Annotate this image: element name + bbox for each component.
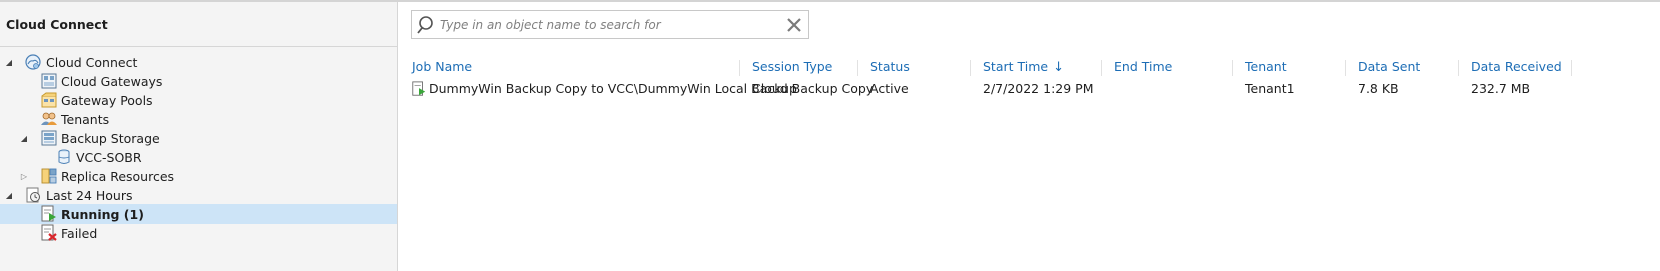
- column-header-label: Start Time: [983, 59, 1049, 74]
- cell-session-type: Cloud Backup Copy: [752, 81, 874, 96]
- tree-item-gateway-pools[interactable]: Gateway Pools: [0, 90, 397, 110]
- running-job-icon: [412, 81, 426, 96]
- tree-item-label: Running (1): [61, 206, 144, 222]
- column-header-job-name[interactable]: Job Name: [412, 56, 472, 78]
- main-panel: Job Name Session Type Status Start Time ↓…: [399, 2, 1660, 271]
- tree-item-label: Replica Resources: [61, 168, 175, 184]
- column-divider[interactable]: [1345, 60, 1346, 76]
- replica-resources-icon: [41, 168, 57, 184]
- tree-item-label: Cloud Connect: [46, 54, 138, 70]
- running-icon: [41, 205, 56, 222]
- tree-item-label: Backup Storage: [61, 130, 160, 146]
- clear-search-icon[interactable]: [784, 15, 804, 35]
- tenants-icon: [41, 112, 57, 125]
- last-24-hours-icon: [26, 187, 40, 203]
- search-box[interactable]: [411, 10, 809, 39]
- tree-item-backup-storage[interactable]: ◢ Backup Storage: [0, 128, 397, 148]
- collapse-toggle-icon[interactable]: ◢: [4, 57, 14, 67]
- gateway-pools-icon: [41, 92, 57, 108]
- sidebar-title: Cloud Connect: [0, 2, 397, 47]
- column-divider[interactable]: [1232, 60, 1233, 76]
- search-icon: [417, 16, 433, 34]
- collapse-toggle-icon[interactable]: ◢: [19, 133, 29, 143]
- cloud-gateways-icon: [41, 73, 57, 89]
- column-divider[interactable]: [1571, 60, 1572, 76]
- column-divider[interactable]: [970, 60, 971, 76]
- cell-data-received: 232.7 MB: [1471, 81, 1531, 96]
- tree-item-label: Last 24 Hours: [46, 187, 133, 203]
- tree-item-failed[interactable]: Failed: [0, 223, 397, 243]
- grid-header: Job Name Session Type Status Start Time ↓…: [399, 56, 1660, 78]
- search-input[interactable]: [440, 15, 770, 35]
- tree-item-label: VCC-SOBR: [76, 149, 142, 165]
- column-header-data-received[interactable]: Data Received: [1471, 56, 1562, 78]
- cell-job-name: DummyWin Backup Copy to VCC\DummyWin Loc…: [429, 81, 797, 96]
- repository-icon: [58, 149, 70, 164]
- table-row[interactable]: DummyWin Backup Copy to VCC\DummyWin Loc…: [399, 78, 1660, 100]
- column-header-tenant[interactable]: Tenant: [1245, 56, 1287, 78]
- collapse-toggle-icon[interactable]: ◢: [4, 190, 14, 200]
- tree-item-running[interactable]: Running (1): [0, 204, 397, 224]
- tree-item-label: Gateway Pools: [61, 92, 153, 108]
- backup-storage-icon: [41, 130, 57, 146]
- tree-item-label: Tenants: [61, 111, 110, 127]
- sort-descending-icon: ↓: [1053, 60, 1065, 75]
- column-divider[interactable]: [857, 60, 858, 76]
- column-header-start-time[interactable]: Start Time ↓: [983, 56, 1064, 78]
- tree-item-cloud-gateways[interactable]: Cloud Gateways: [0, 71, 397, 91]
- tree-item-last-24-hours[interactable]: ◢ Last 24 Hours: [0, 185, 397, 205]
- sessions-grid: Job Name Session Type Status Start Time ↓…: [399, 56, 1660, 100]
- tree-item-vcc-sobr[interactable]: VCC-SOBR: [0, 147, 397, 167]
- column-header-session-type[interactable]: Session Type: [752, 56, 832, 78]
- column-header-data-sent[interactable]: Data Sent: [1358, 56, 1420, 78]
- column-divider[interactable]: [1458, 60, 1459, 76]
- tree-item-label: Cloud Gateways: [61, 73, 163, 89]
- column-divider[interactable]: [739, 60, 740, 76]
- tree-item-replica-resources[interactable]: ▷ Replica Resources: [0, 166, 397, 186]
- tree-item-cloud-connect[interactable]: ◢ Cloud Connect: [0, 52, 397, 72]
- cell-tenant: Tenant1: [1245, 81, 1295, 96]
- column-header-end-time[interactable]: End Time: [1114, 56, 1172, 78]
- cell-data-sent: 7.8 KB: [1358, 81, 1399, 96]
- column-divider[interactable]: [1101, 60, 1102, 76]
- navigation-sidebar: Cloud Connect ◢ Cloud Connect Cloud Gate…: [0, 2, 398, 271]
- failed-icon: [41, 224, 57, 241]
- cell-start-time: 2/7/2022 1:29 PM: [983, 81, 1094, 96]
- cloud-connect-icon: [25, 54, 41, 70]
- tree-item-tenants[interactable]: Tenants: [0, 109, 397, 129]
- tree-item-label: Failed: [61, 225, 98, 241]
- cell-status: Active: [870, 81, 909, 96]
- expand-toggle-icon[interactable]: ▷: [19, 171, 29, 181]
- column-header-status[interactable]: Status: [870, 56, 910, 78]
